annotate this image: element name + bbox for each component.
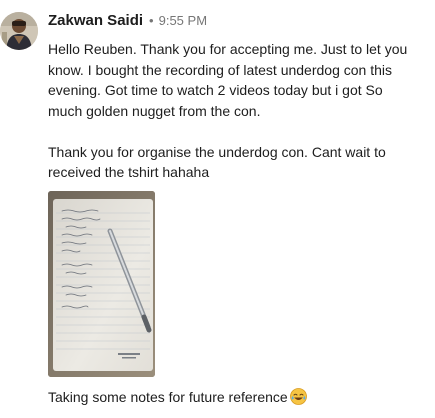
message-paragraph: Hello Reuben. Thank you for accepting me… <box>48 41 408 119</box>
timestamp[interactable]: 9:55 PM <box>159 13 207 28</box>
image-attachment[interactable] <box>48 191 155 377</box>
sender-name[interactable]: Zakwan Saidi <box>48 12 143 29</box>
avatar-photo <box>0 12 38 50</box>
joy-emoji-icon <box>289 388 307 405</box>
avatar[interactable] <box>0 12 38 50</box>
message-header: Zakwan Saidi • 9:55 PM <box>48 12 207 34</box>
header-separator: • <box>149 13 154 28</box>
caption-text: Taking some notes for future reference <box>48 387 307 407</box>
caption-label: Taking some notes for future reference <box>48 389 288 405</box>
chat-message: Zakwan Saidi • 9:55 PM Hello Reuben. Tha… <box>0 0 435 418</box>
message-body: Hello Reuben. Thank you for accepting me… <box>48 39 420 183</box>
notebook-photo <box>48 191 155 377</box>
message-paragraph: Thank you for organise the underdog con.… <box>48 143 386 181</box>
